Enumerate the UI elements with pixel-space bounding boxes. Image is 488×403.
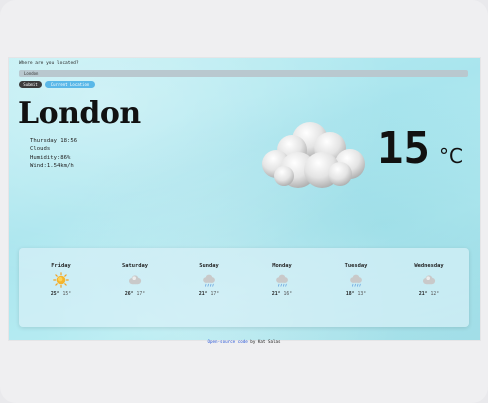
browser-window: Where are you located? Submit Current Lo… xyxy=(0,0,488,403)
footer: Open-source code by Kat Salas xyxy=(0,339,488,344)
cloud-icon xyxy=(423,275,436,285)
day-name: Sunday xyxy=(199,263,219,269)
high-temp: 25° xyxy=(50,292,60,297)
high-temp: 21° xyxy=(271,292,281,297)
day-name: Monday xyxy=(272,263,292,269)
low-temp: 13° xyxy=(357,292,367,297)
day-name: Wednesday xyxy=(414,263,444,269)
low-temp: 15° xyxy=(62,292,72,297)
cloud-icon xyxy=(129,275,142,285)
wind: Wind:1.54km/h xyxy=(30,162,74,169)
low-temp: 17° xyxy=(210,292,220,297)
day-name: Saturday xyxy=(122,263,148,269)
day-temps: 26° 17° xyxy=(100,292,170,297)
city-search-input[interactable] xyxy=(19,70,468,77)
high-temp: 21° xyxy=(198,292,208,297)
open-source-link[interactable]: Open-source code xyxy=(207,339,247,344)
day-temps: 18° 13° xyxy=(321,292,391,297)
current-location-button[interactable]: Current Location xyxy=(45,81,95,88)
day-name: Friday xyxy=(51,263,71,269)
weather-details: Thursday 18:56 Clouds Humidity:86% Wind:… xyxy=(30,137,77,170)
rain-cloud-icon xyxy=(350,274,362,287)
temperature: 15 xyxy=(377,123,430,174)
cloud-icon xyxy=(262,122,365,188)
sun-icon xyxy=(53,272,69,288)
day-time: Thursday 18:56 xyxy=(30,138,78,144)
city-name: London xyxy=(18,96,141,131)
low-temp: 16° xyxy=(283,292,293,297)
high-temp: 21° xyxy=(418,292,428,297)
location-prompt: Where are you located? xyxy=(19,61,79,66)
rain-cloud-icon xyxy=(276,274,288,287)
temperature-unit: °C xyxy=(439,144,463,168)
high-temp: 26° xyxy=(124,292,134,297)
submit-button[interactable]: Submit xyxy=(19,81,42,88)
weather-app: Where are you located? Submit Current Lo… xyxy=(9,58,480,340)
day-temps: 21° 16° xyxy=(247,292,317,297)
high-temp: 18° xyxy=(345,292,355,297)
day-name: Tuesday xyxy=(344,263,368,269)
low-temp: 12° xyxy=(430,292,440,297)
forecast-panel: Friday 25° 15° Saturday 26° 17° Sunday 2… xyxy=(19,248,469,327)
day-temps: 25° 15° xyxy=(26,292,96,297)
low-temp: 17° xyxy=(136,292,146,297)
humidity: Humidity:86% xyxy=(30,154,71,161)
day-temps: 21° 12° xyxy=(394,292,464,297)
day-temps: 21° 17° xyxy=(174,292,244,297)
rain-cloud-icon xyxy=(203,274,215,287)
condition: Clouds xyxy=(30,146,51,153)
footer-credit: by Kat Salas xyxy=(247,339,281,344)
